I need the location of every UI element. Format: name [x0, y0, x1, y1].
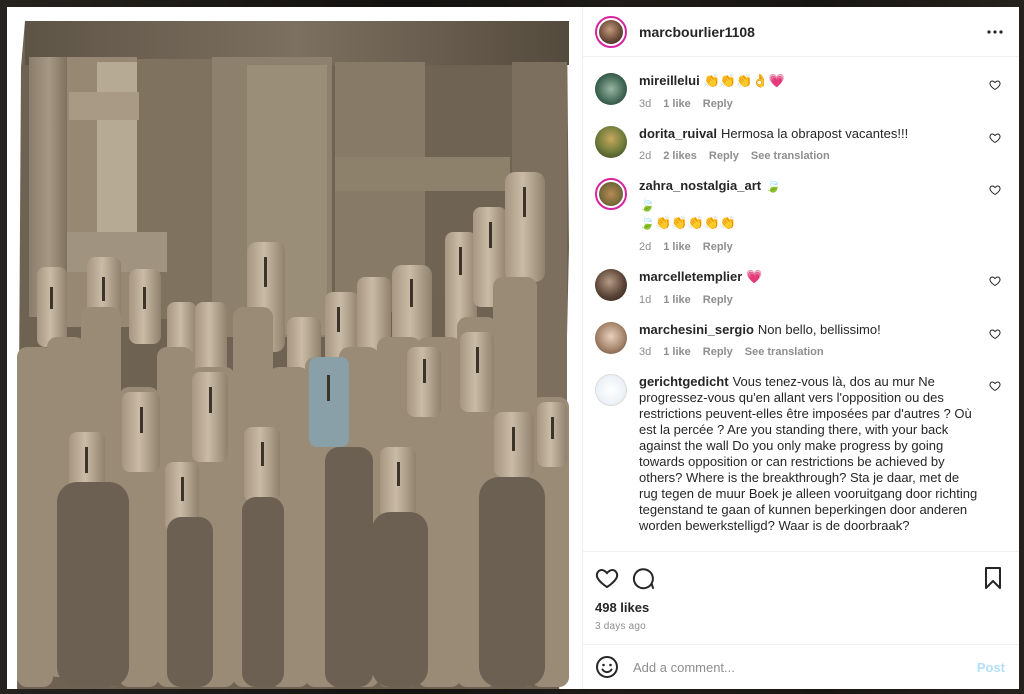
- comment-username[interactable]: mireillelui: [639, 73, 700, 88]
- comment-username[interactable]: zahra_nostalgia_art: [639, 178, 761, 193]
- comment-likes[interactable]: 1 like: [663, 292, 691, 308]
- author-avatar[interactable]: [595, 15, 627, 48]
- comment-like-heart-icon[interactable]: [989, 380, 1001, 392]
- commenter-avatar[interactable]: [595, 322, 627, 354]
- commenter-avatar[interactable]: [595, 374, 627, 406]
- post-side-panel: marcbourlier1108 mireillelui 👏👏👏👌💗 3d 1 l…: [582, 7, 1019, 689]
- comment-text: Vous tenez-vous là, dos au mur Ne progre…: [639, 374, 978, 533]
- comment-text: 🍃 🍃👏👏👏👏👏: [639, 198, 737, 231]
- post-image[interactable]: [7, 7, 582, 689]
- comment-likes[interactable]: 1 like: [663, 344, 691, 360]
- comment-time[interactable]: 3d: [639, 96, 651, 112]
- comment-input[interactable]: [631, 658, 977, 676]
- comment-like-heart-icon[interactable]: [989, 275, 1001, 287]
- comment-icon[interactable]: [631, 566, 655, 590]
- reply-button[interactable]: Reply: [709, 148, 739, 164]
- post-comment-button[interactable]: Post: [977, 660, 1005, 675]
- comment-username[interactable]: gerichtgedicht: [639, 374, 729, 389]
- comment-item: marchesini_sergio Non bello, bellissimo! …: [595, 322, 1003, 360]
- comment-item: marcelletemplier 💗 1d 1 like Reply: [595, 269, 1003, 308]
- comment-username[interactable]: marcelletemplier: [639, 269, 742, 284]
- post-date[interactable]: 3 days ago: [595, 621, 1005, 632]
- comments-list[interactable]: mireillelui 👏👏👏👌💗 3d 1 like Reply dorita_…: [583, 57, 1019, 551]
- comment-time[interactable]: 3d: [639, 344, 651, 360]
- comment-composer: Post: [583, 644, 1019, 689]
- comment-likes[interactable]: 2 likes: [663, 148, 697, 164]
- comment-like-heart-icon[interactable]: [989, 328, 1001, 340]
- reply-button[interactable]: Reply: [703, 344, 733, 360]
- comment-like-heart-icon[interactable]: [989, 184, 1001, 196]
- post-actions: 498 likes 3 days ago: [583, 551, 1019, 644]
- likes-count[interactable]: 498 likes: [595, 600, 1005, 615]
- comment-text: 👏👏👏👌💗: [703, 74, 785, 89]
- comment-like-heart-icon[interactable]: [989, 132, 1001, 144]
- emoji-icon[interactable]: [595, 655, 619, 679]
- comment-item: dorita_ruival Hermosa la obrapost vacante…: [595, 126, 1003, 164]
- author-username[interactable]: marcbourlier1108: [639, 24, 985, 40]
- comment-item: gerichtgedicht Vous tenez-vous là, dos au…: [595, 374, 1003, 534]
- reply-button[interactable]: Reply: [703, 96, 733, 112]
- comment-text: 💗: [746, 270, 763, 285]
- comment-item: zahra_nostalgia_art 🍃 🍃 🍃👏👏👏👏👏 2d 1 like …: [595, 178, 1003, 255]
- comment-likes[interactable]: 1 like: [663, 239, 691, 255]
- comment-username[interactable]: marchesini_sergio: [639, 322, 754, 337]
- commenter-avatar[interactable]: [595, 73, 627, 105]
- post-modal: marcbourlier1108 mireillelui 👏👏👏👌💗 3d 1 l…: [7, 7, 1019, 689]
- comment-item: mireillelui 👏👏👏👌💗 3d 1 like Reply: [595, 73, 1003, 112]
- comment-likes[interactable]: 1 like: [663, 96, 691, 112]
- reply-button[interactable]: Reply: [703, 292, 733, 308]
- commenter-avatar[interactable]: [595, 269, 627, 301]
- comment-text: Non bello, bellissimo!: [757, 322, 881, 337]
- heart-icon[interactable]: [595, 566, 619, 590]
- see-translation-button[interactable]: See translation: [745, 344, 824, 360]
- comment-time[interactable]: 2d: [639, 239, 651, 255]
- comment-like-heart-icon[interactable]: [989, 79, 1001, 91]
- comment-time[interactable]: 1d: [639, 292, 651, 308]
- more-icon[interactable]: [985, 22, 1005, 42]
- post-header: marcbourlier1108: [583, 7, 1019, 57]
- comment-text: Hermosa la obrapost vacantes!!!: [721, 126, 909, 141]
- save-icon[interactable]: [981, 566, 1005, 590]
- comment-time[interactable]: 2d: [639, 148, 651, 164]
- reply-button[interactable]: Reply: [703, 239, 733, 255]
- comment-username[interactable]: dorita_ruival: [639, 126, 717, 141]
- see-translation-button[interactable]: See translation: [751, 148, 830, 164]
- driftwood-sculpture-image: [17, 21, 569, 689]
- commenter-avatar[interactable]: [595, 126, 627, 158]
- commenter-avatar[interactable]: [595, 178, 627, 210]
